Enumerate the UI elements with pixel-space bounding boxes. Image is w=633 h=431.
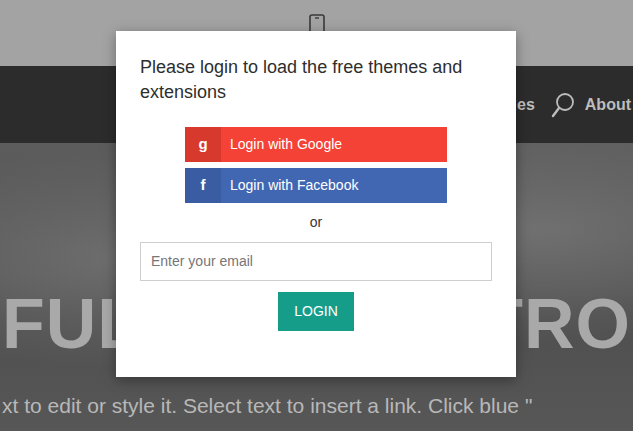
button-label: Login with Google [221,127,351,162]
submit-row: LOGIN [140,281,492,331]
or-separator: or [140,213,492,231]
facebook-logo-icon: f [185,168,221,203]
login-dialog: Please login to load the free themes and… [116,31,516,377]
nav-link[interactable]: es [517,93,535,117]
login-button[interactable]: LOGIN [278,292,354,331]
editor-screen: esAbout FULTROxt to edit or style it. Se… [0,0,633,431]
nav-link[interactable]: About [585,93,631,117]
dialog-title: Please login to load the free themes and… [140,55,492,105]
facebook-login-button[interactable]: fLogin with Facebook [185,168,447,203]
google-login-button[interactable]: gLogin with Google [185,127,447,162]
social-buttons: gLogin with GooglefLogin with Facebook [140,127,492,203]
button-label: Login with Facebook [221,168,367,203]
hero-caption: xt to edit or style it. Select text to i… [0,390,633,431]
email-field[interactable] [140,242,492,281]
google-logo-icon: g [185,127,221,162]
search-icon[interactable] [551,92,575,118]
